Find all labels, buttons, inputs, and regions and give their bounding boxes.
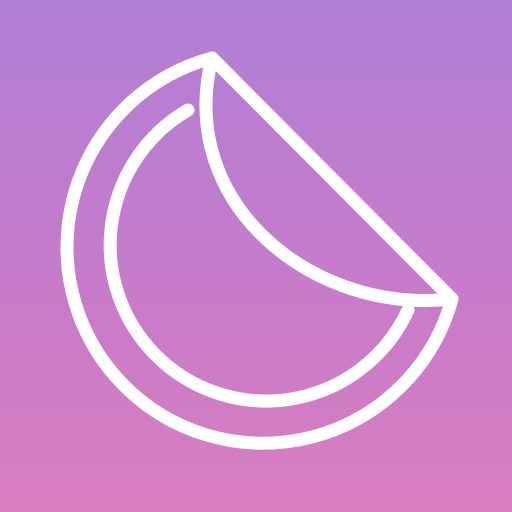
sticker-outer-edge [60,51,459,450]
app-icon-tile[interactable] [0,0,512,512]
peel-flap-edge [205,51,459,306]
sticker-icon [60,51,459,450]
sticker-inner-edge [103,103,415,408]
